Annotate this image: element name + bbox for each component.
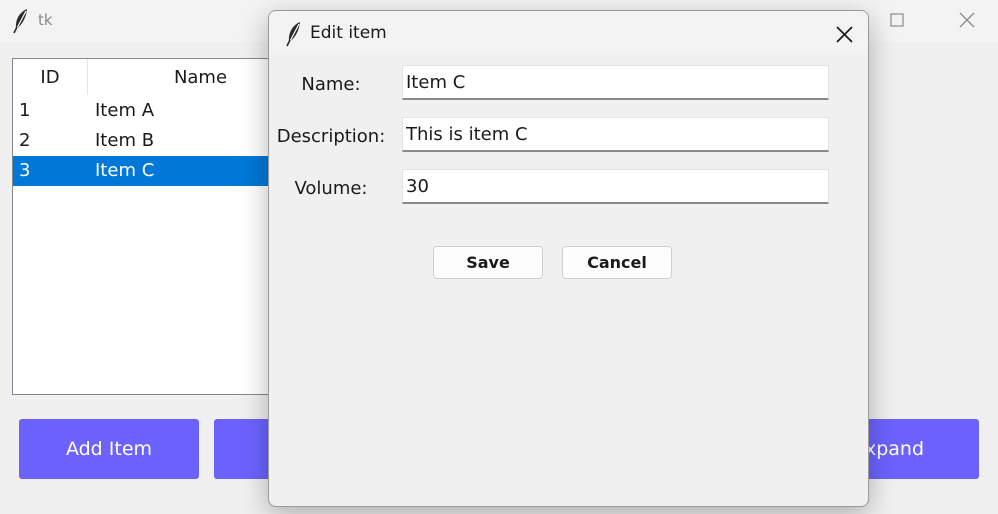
close-icon [959, 12, 975, 28]
maximize-button[interactable] [874, 0, 920, 40]
tree-row[interactable]: 1 Item A [13, 96, 301, 126]
close-icon [835, 25, 853, 43]
tree-row[interactable]: 2 Item B [13, 126, 301, 156]
feather-icon [13, 9, 27, 34]
save-button[interactable]: Save [433, 246, 543, 279]
tree-row-selected[interactable]: 3 Item C [13, 156, 301, 186]
items-treeview[interactable]: ID Name 1 Item A 2 Item B 3 Item C [12, 58, 302, 395]
cancel-button[interactable]: Cancel [562, 246, 672, 279]
volume-field[interactable] [402, 169, 829, 204]
add-item-button[interactable]: Add Item [19, 419, 199, 479]
name-field[interactable] [402, 65, 829, 100]
cell-id: 2 [19, 130, 31, 151]
dialog-titlebar: Edit item [269, 11, 868, 55]
dialog-title: Edit item [310, 23, 387, 43]
description-field[interactable] [402, 117, 829, 152]
dialog-close-button[interactable] [826, 19, 862, 49]
cell-id: 1 [19, 100, 31, 121]
description-label: Description: [276, 126, 386, 147]
maximize-icon [890, 13, 904, 27]
cell-name: Item B [95, 130, 155, 151]
close-window-button[interactable] [944, 0, 990, 40]
name-label: Name: [301, 74, 361, 95]
window-title: tk [38, 11, 53, 29]
feather-icon [286, 22, 300, 47]
volume-label: Volume: [294, 178, 368, 199]
column-header-id[interactable]: ID [13, 59, 88, 95]
cell-name: Item C [95, 160, 155, 181]
cell-id: 3 [19, 160, 31, 181]
edit-item-dialog: Edit item Name: Description: Volume: Sav… [268, 10, 869, 507]
cell-name: Item A [95, 100, 155, 121]
tree-header: ID Name [13, 59, 301, 95]
